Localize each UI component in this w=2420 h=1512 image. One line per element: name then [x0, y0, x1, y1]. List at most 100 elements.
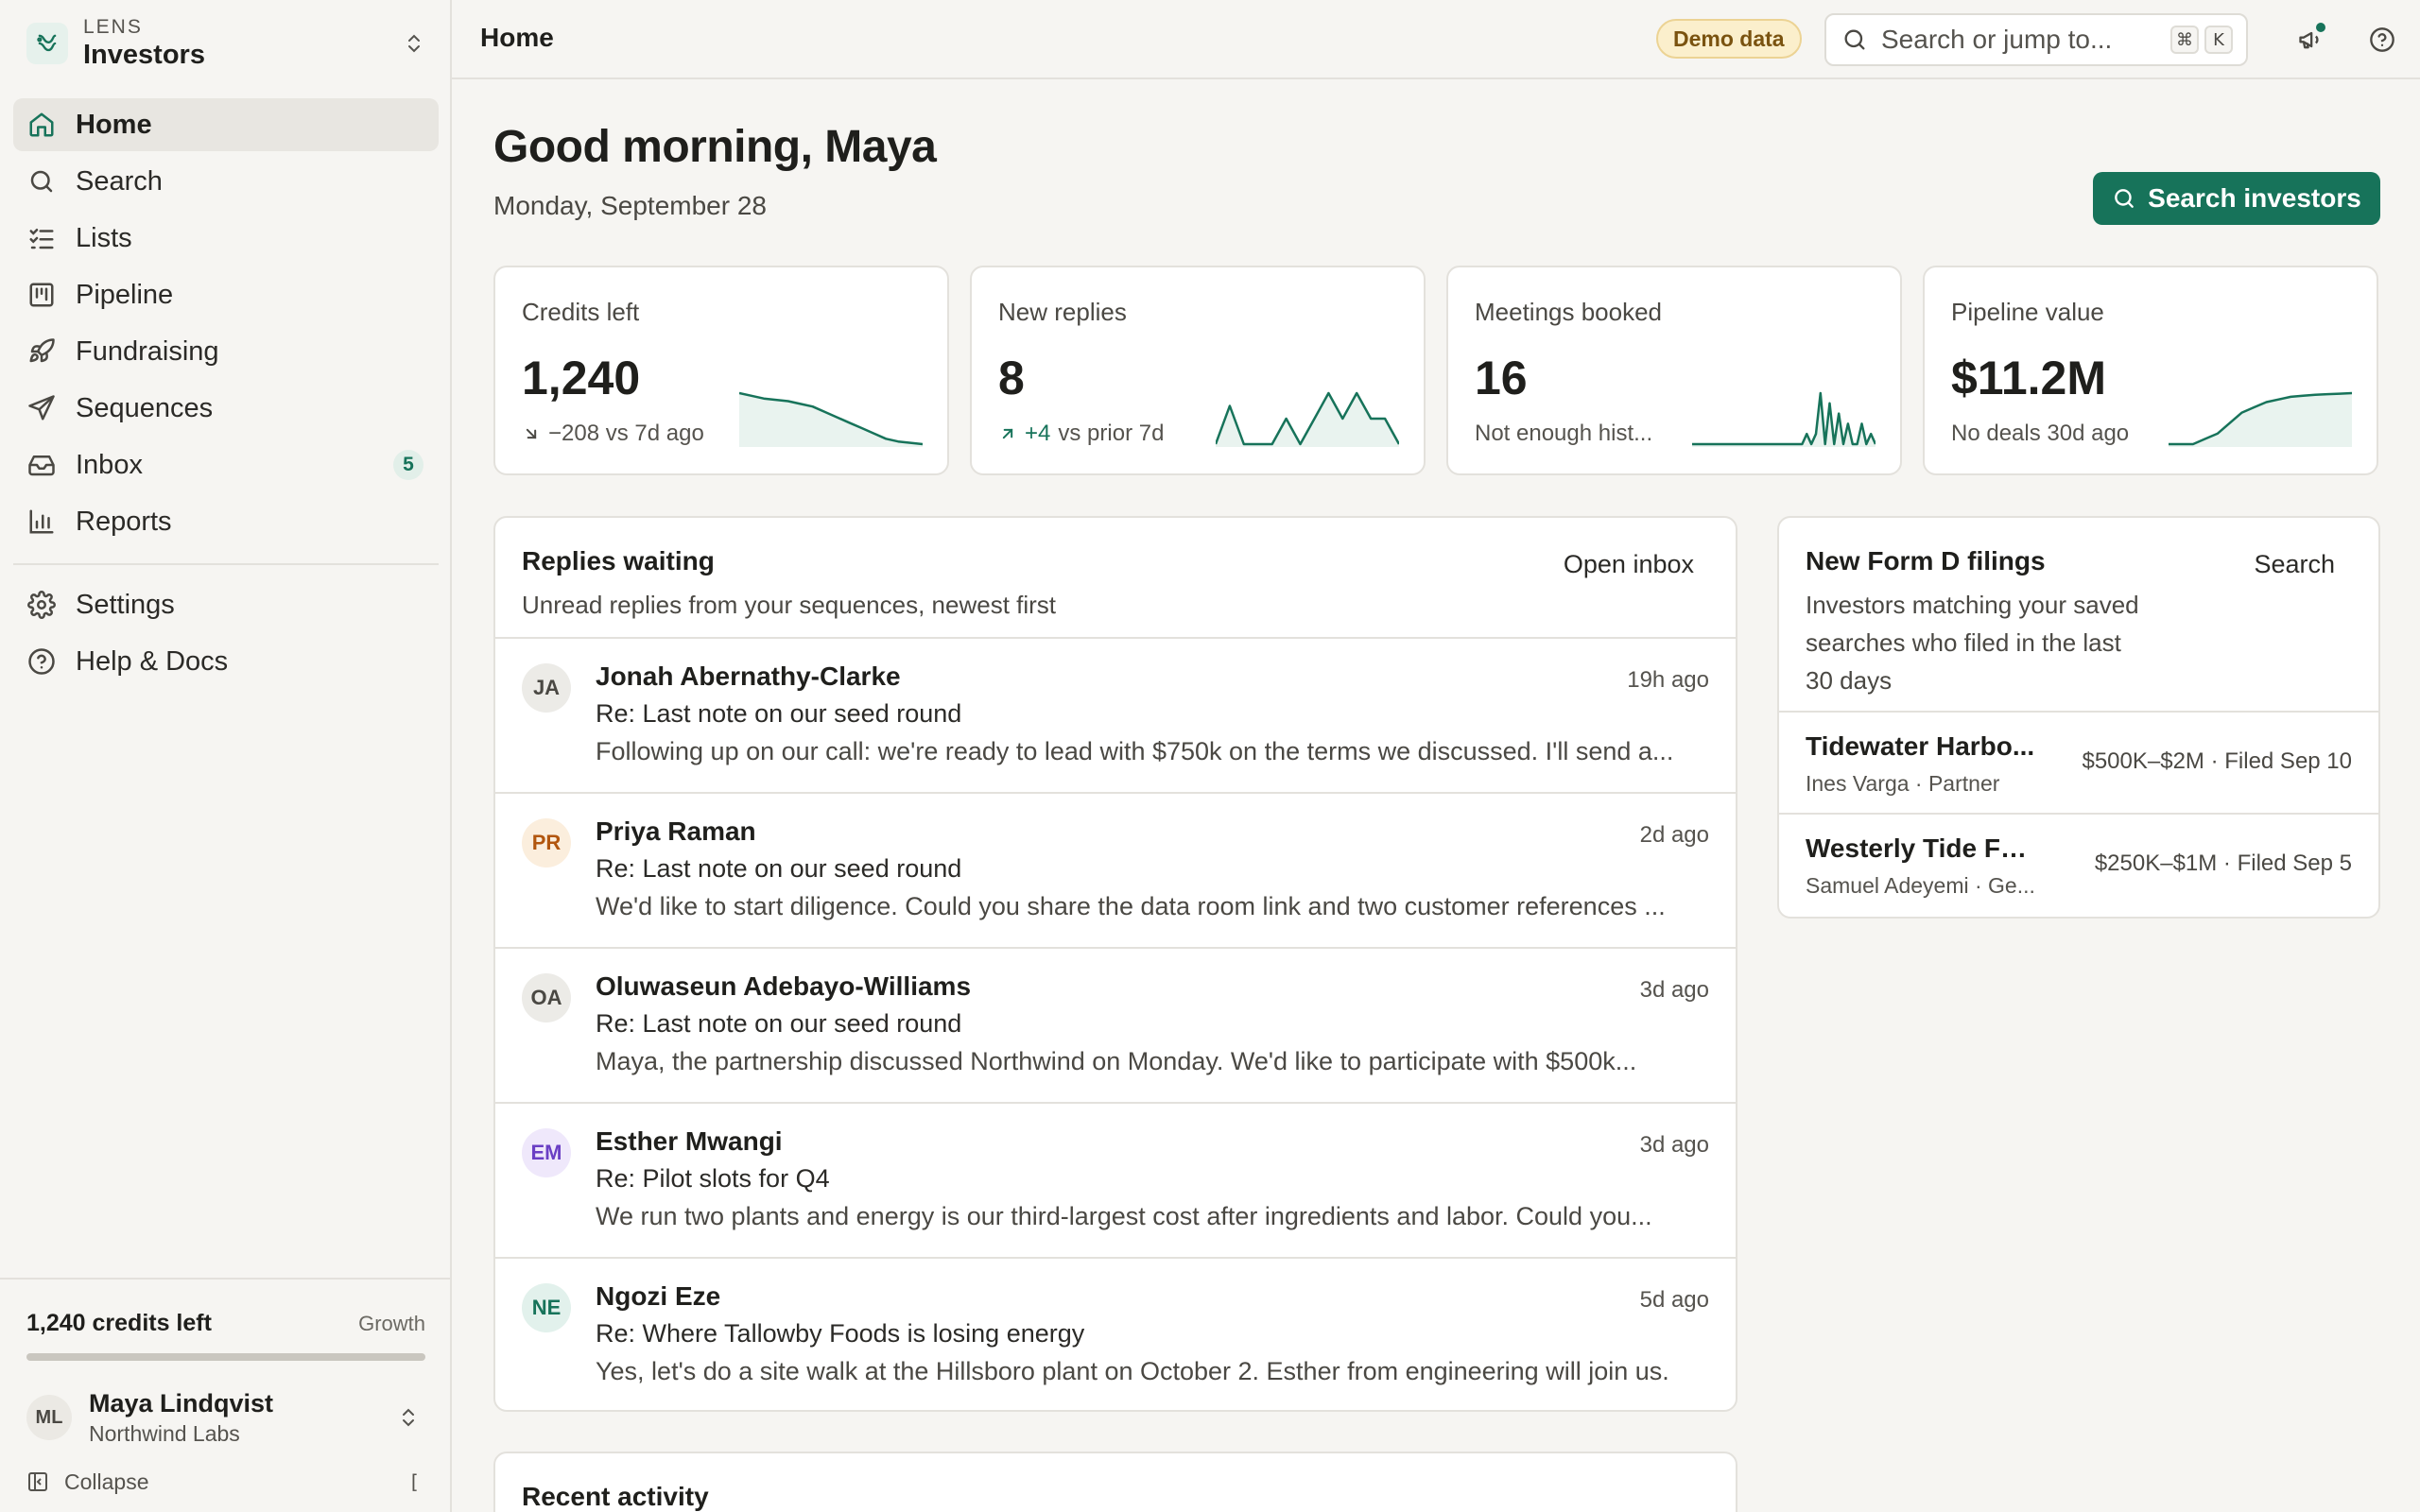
stat-value: $11.2M [1951, 352, 2107, 404]
stat-sub-text: −208 vs 7d ago [548, 421, 704, 446]
nav-item-settings[interactable]: Settings [13, 578, 439, 631]
search-input[interactable] [1881, 25, 2146, 55]
user-org: Northwind Labs [89, 1421, 240, 1446]
credits-progress-fill [26, 1353, 425, 1361]
shortcut-key: K [2204, 26, 2233, 54]
help-button[interactable] [2365, 23, 2399, 57]
reply-sender: Ngozi Eze [596, 1281, 721, 1311]
global-search[interactable]: ⌘ K [1824, 13, 2248, 66]
secondary-nav: Settings Help & Docs [13, 578, 439, 692]
sparkline-replies [1216, 391, 1399, 447]
reply-sender: Priya Raman [596, 816, 756, 846]
nav-label: Inbox [76, 449, 143, 480]
panel-subtitle: Investors matching your saved searches w… [1806, 586, 2139, 699]
collapse-label: Collapse [64, 1469, 149, 1494]
button-label: Search investors [2148, 183, 2361, 213]
nav-item-search[interactable]: Search [13, 155, 439, 208]
avatar: PR [522, 818, 571, 868]
avatar: JA [522, 663, 571, 713]
reply-preview: Yes, let's do a site walk at the Hillsbo… [596, 1357, 1669, 1385]
stat-trend: −208 vs 7d ago [522, 421, 749, 447]
reply-sender: Oluwaseun Adebayo-Williams [596, 971, 972, 1001]
reply-row[interactable]: OA Oluwaseun Adebayo-Williams 3d ago Re:… [495, 949, 1736, 1104]
stat-label: Credits left [522, 298, 640, 326]
nav-item-reports[interactable]: Reports [13, 495, 439, 548]
search-investors-button[interactable]: Search investors [2093, 172, 2380, 225]
shortcut-key: ⌘ [2170, 26, 2199, 54]
nav-item-home[interactable]: Home [13, 98, 439, 151]
stat-card-meetings[interactable]: Meetings booked 16 Not enough hist... [1446, 266, 1902, 475]
filing-contact: Samuel Adeyemi · Ge... [1806, 873, 2035, 898]
stat-label: New replies [998, 298, 1127, 326]
sparkline-pipeline [2169, 391, 2352, 447]
stat-sub-text: vs prior 7d [1058, 421, 1165, 446]
stat-card-pipeline[interactable]: Pipeline value $11.2M No deals 30d ago [1923, 266, 2378, 475]
sparkline-meetings [1692, 391, 1876, 447]
nav-item-pipeline[interactable]: Pipeline [13, 268, 439, 321]
subtitle-line: 30 days [1806, 666, 1893, 695]
arrow-up-right-icon [998, 424, 1017, 443]
reply-time: 3d ago [1639, 977, 1709, 1003]
chevrons-up-down-icon [397, 1406, 420, 1429]
filing-row[interactable]: Tidewater Harbo... Ines Varga · Partner … [1779, 713, 2378, 815]
nav-label: Home [76, 109, 152, 140]
inbox-count-badge: 5 [393, 450, 424, 480]
search-shortcut: ⌘ K [2170, 26, 2233, 54]
home-icon [26, 110, 57, 140]
reply-time: 2d ago [1639, 822, 1709, 848]
stat-sub-text: No deals 30d ago [1951, 421, 2130, 446]
reply-row[interactable]: JA Jonah Abernathy-Clarke 19h ago Re: La… [495, 639, 1736, 794]
reply-subject: Re: Last note on our seed round [596, 854, 962, 883]
sparkline-area [1216, 393, 1399, 447]
nav-label: Search [76, 165, 163, 197]
current-date: Monday, September 28 [493, 191, 767, 220]
sparkline-area [2169, 393, 2352, 447]
stat-trend: +4 vs prior 7d [998, 421, 1225, 447]
workspace-switcher[interactable]: LENS Investors [13, 9, 439, 77]
reply-sender: Jonah Abernathy-Clarke [596, 662, 901, 691]
nav-item-lists[interactable]: Lists [13, 212, 439, 265]
nav-item-help[interactable]: Help & Docs [13, 635, 439, 688]
reply-row[interactable]: NE Ngozi Eze 5d ago Re: Where Tallowby F… [495, 1259, 1736, 1410]
announcements-button[interactable] [2293, 23, 2327, 57]
search-icon [1841, 26, 1868, 53]
nav-label: Lists [76, 222, 132, 253]
collapse-sidebar-button[interactable]: Collapse [ [26, 1465, 425, 1499]
nav-label: Settings [76, 589, 175, 620]
filing-row[interactable]: Westerly Tide Fund Samuel Adeyemi · Ge..… [1779, 815, 2378, 917]
avatar: ML [26, 1395, 72, 1440]
nav-divider [13, 563, 439, 565]
reply-preview: We'd like to start diligence. Could you … [596, 892, 1666, 920]
reply-preview: Following up on our call: we're ready to… [596, 737, 1674, 765]
nav-label: Pipeline [76, 279, 174, 310]
reply-preview: We run two plants and energy is our thir… [596, 1202, 1652, 1230]
credits-left-label: 1,240 credits left [26, 1310, 212, 1336]
panel-left-icon [26, 1470, 49, 1493]
filing-meta: $250K–$1M · Filed Sep 5 [2094, 850, 2352, 876]
stat-card-replies[interactable]: New replies 8 +4 vs prior 7d [970, 266, 1426, 475]
panel-title: New Form D filings [1806, 546, 2046, 576]
panel-title: Recent activity [522, 1482, 709, 1511]
user-menu[interactable]: ML Maya Lindqvist Northwind Labs [26, 1382, 425, 1453]
sidebar-footer: 1,240 credits left Growth ML Maya Lindqv… [0, 1278, 450, 1512]
avatar: EM [522, 1128, 571, 1177]
top-bar: Home Demo data ⌘ K [452, 0, 2420, 79]
page-title: Home [480, 23, 554, 52]
stat-sub-text: Not enough hist... [1475, 421, 1653, 446]
reply-row[interactable]: EM Esther Mwangi 3d ago Re: Pilot slots … [495, 1104, 1736, 1259]
brand-kicker: LENS [83, 16, 143, 38]
nav-label: Fundraising [76, 335, 219, 367]
open-inbox-button[interactable]: Open inbox [1564, 550, 1694, 579]
avatar: OA [522, 973, 571, 1022]
demo-data-badge: Demo data [1656, 19, 1802, 59]
rocket-icon [26, 336, 57, 367]
stat-card-credits[interactable]: Credits left 1,240 −208 vs 7d ago [493, 266, 949, 475]
nav-item-fundraising[interactable]: Fundraising [13, 325, 439, 378]
reply-row[interactable]: PR Priya Raman 2d ago Re: Last note on o… [495, 794, 1736, 949]
lens-logo-icon [26, 23, 68, 64]
filings-search-button[interactable]: Search [2254, 550, 2335, 579]
nav-item-sequences[interactable]: Sequences [13, 382, 439, 435]
search-icon [26, 166, 57, 197]
replies-waiting-panel: Replies waiting Unread replies from your… [493, 516, 1737, 1412]
nav-item-inbox[interactable]: Inbox 5 [13, 438, 439, 491]
